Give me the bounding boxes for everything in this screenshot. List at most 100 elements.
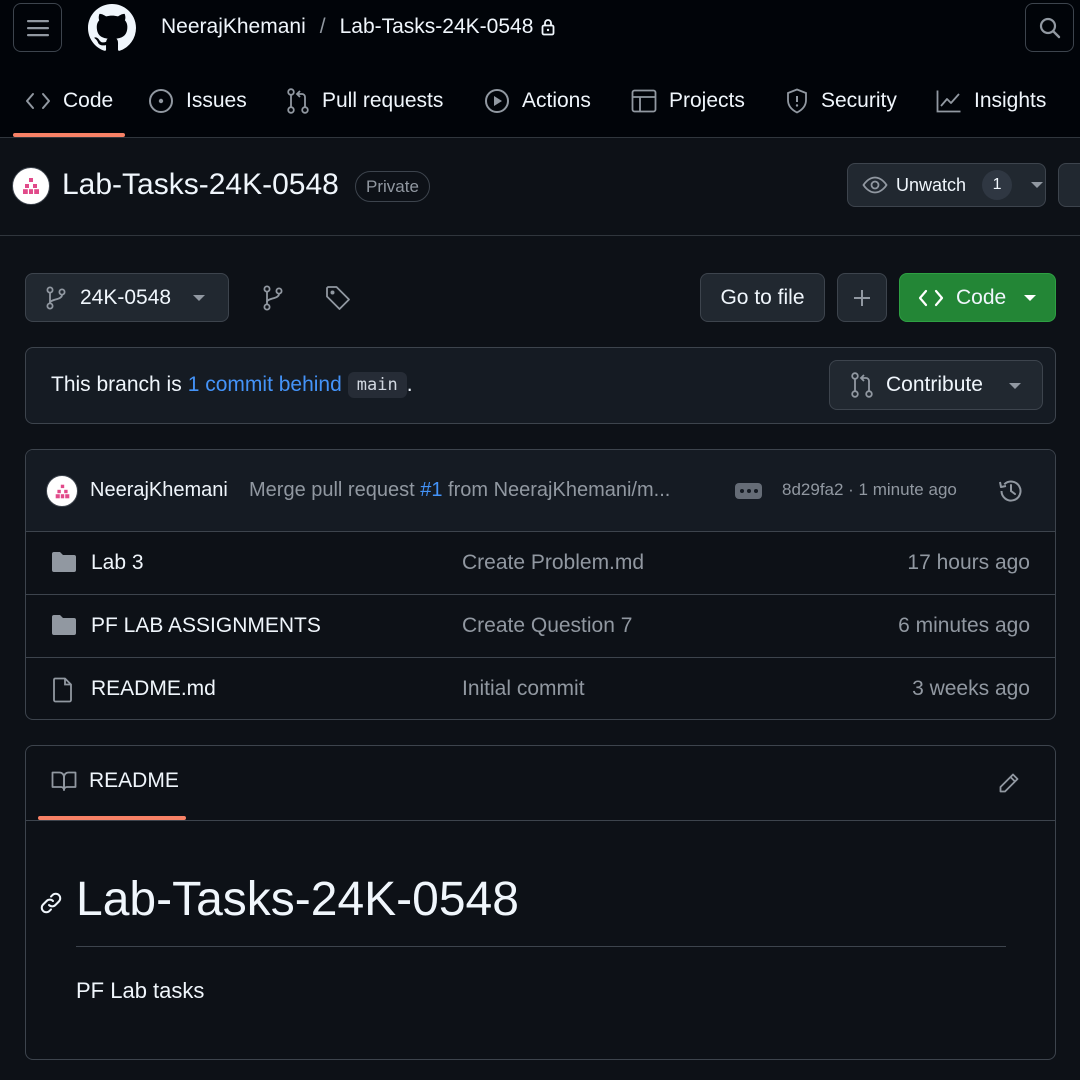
branch-status-text: This branch is 1 commit behind main .	[51, 372, 413, 398]
tab-actions[interactable]: Actions	[484, 86, 591, 116]
plus-icon	[854, 289, 870, 306]
pull-request-link[interactable]: #1	[420, 479, 442, 501]
play-icon	[485, 89, 509, 113]
branch-icon	[46, 286, 66, 309]
folder-icon	[52, 615, 76, 635]
tab-actions-label: Actions	[522, 89, 591, 112]
book-icon	[51, 771, 77, 791]
search-button[interactable]	[1025, 3, 1074, 52]
link-icon[interactable]	[39, 891, 63, 915]
chevron-down-icon	[1009, 383, 1021, 389]
tab-issues[interactable]: Issues	[148, 86, 247, 116]
code-dropdown-button[interactable]: Code	[899, 273, 1056, 322]
visibility-badge: Private	[355, 171, 430, 202]
file-name[interactable]: README.md	[91, 677, 216, 701]
tab-projects[interactable]: Projects	[631, 86, 745, 116]
breadcrumb-separator: /	[319, 15, 326, 38]
tab-projects-label: Projects	[669, 89, 745, 112]
file-icon	[53, 677, 72, 703]
expand-commit-button[interactable]	[735, 483, 762, 499]
commit-author-avatar[interactable]	[46, 475, 78, 507]
file-name[interactable]: PF LAB ASSIGNMENTS	[91, 614, 321, 638]
tab-code-label: Code	[63, 89, 114, 112]
branch-status-banner: This branch is 1 commit behind main . Co…	[25, 347, 1056, 424]
latest-commit-row: NeerajKhemani Merge pull request #1 from…	[26, 450, 1055, 532]
contribute-button[interactable]: Contribute	[829, 360, 1043, 410]
table-row[interactable]: README.md Initial commit 3 weeks ago	[26, 658, 1055, 719]
dot	[739, 489, 744, 493]
readme-tab[interactable]: README	[51, 769, 179, 793]
branch-status-prefix: This branch is	[51, 373, 182, 396]
chevron-down-icon	[193, 295, 205, 301]
branch-status-suffix: .	[406, 373, 413, 396]
file-name[interactable]: Lab 3	[91, 551, 144, 575]
folder-icon	[52, 552, 76, 572]
tab-pull-requests[interactable]: Pull requests	[286, 86, 443, 116]
go-to-file-button[interactable]: Go to file	[700, 273, 825, 322]
commits-behind-link[interactable]: 1 commit behind	[188, 373, 342, 397]
commit-message-suffix: from NeerajKhemani/m...	[442, 479, 671, 501]
global-header: NeerajKhemani / Lab-Tasks-24K-0548 Code …	[0, 0, 1080, 138]
commit-message-prefix: Merge pull request	[249, 479, 421, 501]
branch-selector[interactable]: 24K-0548	[25, 273, 229, 322]
code-icon	[26, 93, 50, 109]
readme-body: PF Lab tasks	[76, 978, 205, 1003]
tab-security[interactable]: Security	[785, 86, 897, 116]
fork-button[interactable]	[1058, 163, 1080, 207]
watch-count: 1	[982, 170, 1013, 200]
unwatch-button[interactable]: Unwatch 1	[847, 163, 1046, 207]
lock-icon	[541, 19, 555, 36]
file-list: NeerajKhemani Merge pull request #1 from…	[25, 449, 1056, 720]
commit-hash-time[interactable]: 8d29fa2 · 1 minute ago	[782, 480, 957, 500]
dot	[746, 489, 751, 493]
tab-pull-requests-label: Pull requests	[322, 89, 444, 112]
pull-request-icon	[851, 372, 873, 398]
github-logo[interactable]	[88, 4, 136, 52]
tab-insights[interactable]: Insights	[936, 86, 1046, 116]
repo-link[interactable]: Lab-Tasks-24K-0548	[340, 15, 534, 39]
breadcrumb: NeerajKhemani / Lab-Tasks-24K-0548	[161, 13, 555, 41]
file-last-commit[interactable]: Initial commit	[462, 677, 585, 701]
repo-title[interactable]: Lab-Tasks-24K-0548	[62, 168, 339, 202]
pull-request-icon	[287, 88, 309, 114]
avatar[interactable]	[12, 167, 50, 205]
file-last-commit[interactable]: Create Question 7	[462, 614, 632, 638]
code-button-label: Code	[956, 285, 1007, 309]
history-icon[interactable]	[997, 477, 1025, 505]
tag-icon[interactable]	[325, 285, 351, 311]
branches-icon[interactable]	[262, 285, 284, 311]
hamburger-icon	[26, 19, 49, 36]
pencil-icon[interactable]	[997, 771, 1021, 795]
selected-tab-indicator	[38, 816, 186, 820]
base-branch-label[interactable]: main	[347, 372, 407, 398]
eye-icon	[862, 176, 888, 194]
file-last-commit[interactable]: Create Problem.md	[462, 551, 644, 575]
readme-tab-bar: README	[26, 746, 1055, 821]
commit-author[interactable]: NeerajKhemani	[90, 479, 228, 502]
dot	[753, 489, 758, 493]
contribute-label: Contribute	[886, 373, 983, 396]
divider	[76, 946, 1006, 947]
chevron-down-icon	[1024, 295, 1036, 301]
identicon-icon	[55, 484, 69, 498]
tab-issues-label: Issues	[186, 89, 247, 112]
chevron-down-icon	[1031, 182, 1044, 188]
readme-panel: README Lab-Tasks-24K-0548 PF Lab tasks	[25, 745, 1056, 1060]
tab-security-label: Security	[821, 89, 897, 112]
table-row[interactable]: PF LAB ASSIGNMENTS Create Question 7 6 m…	[26, 595, 1055, 658]
branch-name: 24K-0548	[80, 285, 172, 309]
file-last-updated: 6 minutes ago	[898, 614, 1030, 637]
graph-icon	[936, 90, 961, 113]
file-last-updated: 17 hours ago	[907, 551, 1030, 574]
owner-link[interactable]: NeerajKhemani	[161, 15, 306, 39]
tab-code[interactable]: Code	[25, 86, 113, 116]
readme-tab-label: README	[89, 769, 179, 792]
readme-heading: Lab-Tasks-24K-0548	[76, 873, 519, 926]
code-icon	[918, 289, 944, 306]
commit-message[interactable]: Merge pull request #1 from NeerajKhemani…	[249, 479, 709, 502]
shield-icon	[787, 88, 807, 114]
add-file-button[interactable]	[837, 273, 887, 322]
menu-button[interactable]	[13, 3, 62, 52]
table-row[interactable]: Lab 3 Create Problem.md 17 hours ago	[26, 532, 1055, 595]
identicon-icon	[23, 178, 39, 194]
